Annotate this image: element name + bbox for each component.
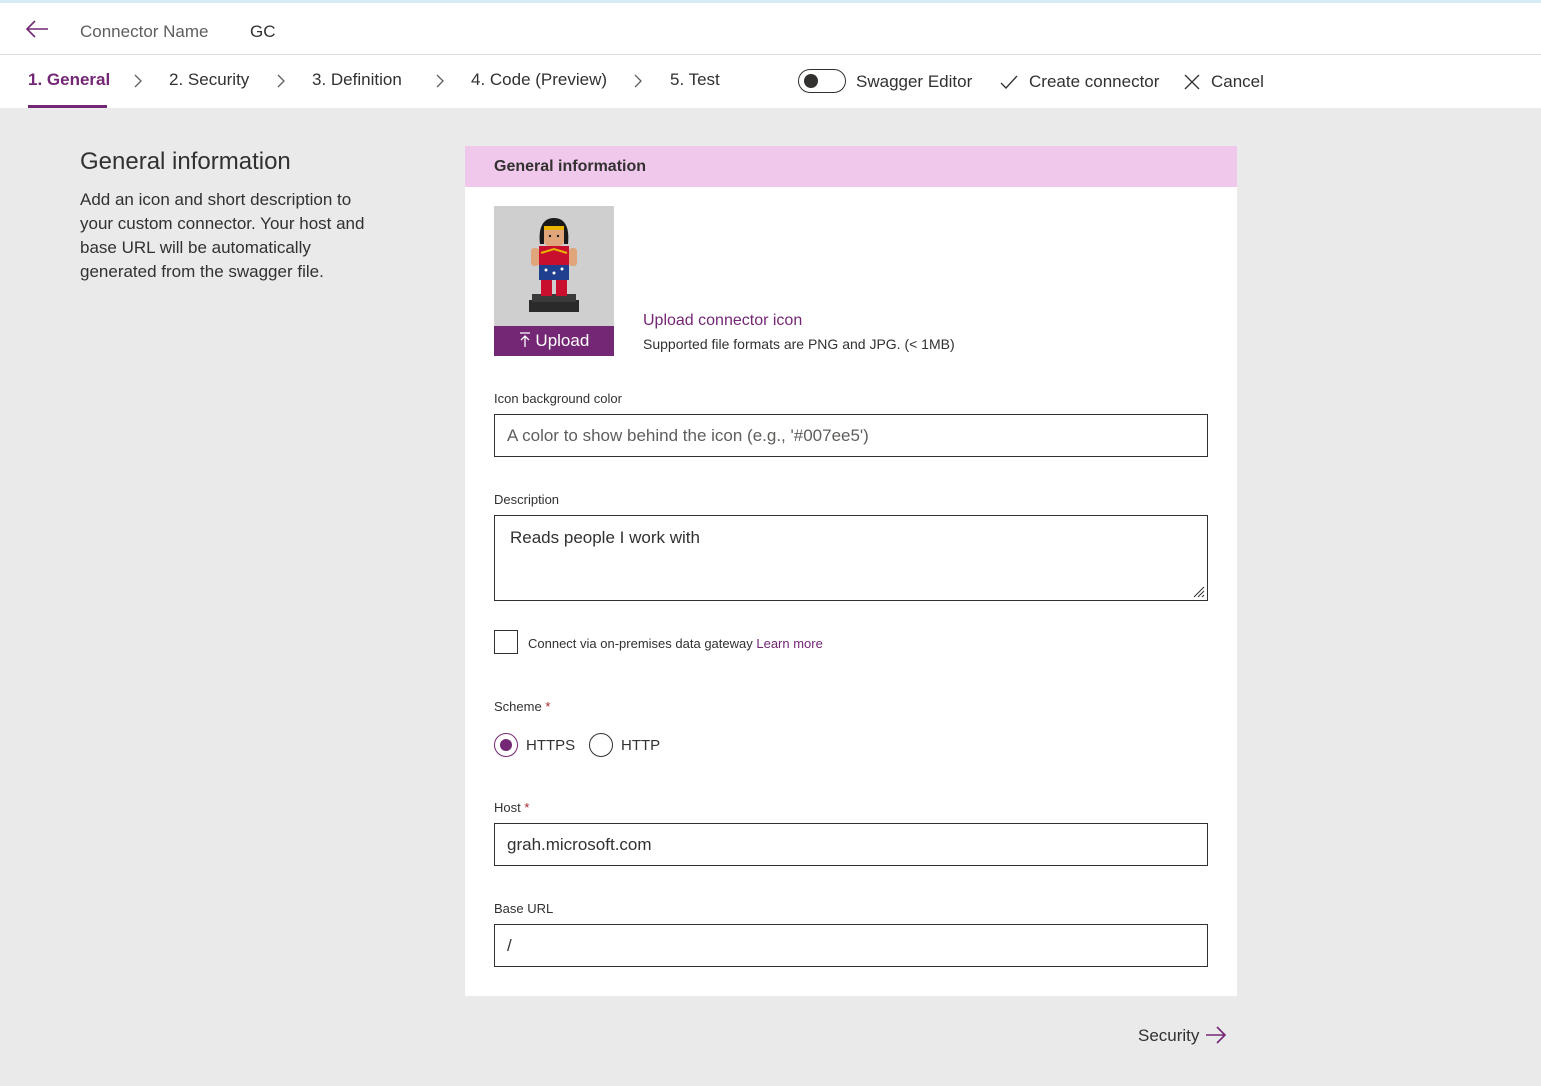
section-title: General information (80, 148, 291, 175)
next-security-button[interactable]: Security (1138, 1026, 1199, 1046)
scheme-https-radio[interactable] (494, 733, 518, 757)
host-label-text: Host (494, 800, 521, 815)
card-header-title: General information (494, 158, 647, 175)
section-description: Add an icon and short description to you… (80, 190, 365, 281)
general-info-card: General information Upload Upload connec… (465, 146, 1237, 996)
tab-code-preview[interactable]: 4. Code (Preview) (471, 70, 607, 90)
host-label: Host * (494, 800, 529, 815)
connector-name-value[interactable]: GC (250, 22, 276, 42)
icon-bg-color-label: Icon background color (494, 391, 622, 406)
chevron-right-icon (436, 74, 444, 88)
swagger-editor-toggle[interactable] (798, 69, 846, 93)
close-icon (1184, 74, 1200, 90)
connector-icon-preview: Upload (494, 206, 614, 356)
wizard-tabs: 1. General 2. Security 3. Definition 4. … (0, 55, 1541, 108)
upload-arrow-icon (519, 332, 530, 347)
card-header: General information (465, 146, 1237, 187)
toggle-knob (804, 74, 818, 88)
connector-name-label: Connector Name (80, 22, 209, 41)
upload-button-label: Upload (535, 331, 590, 350)
gateway-label-text: Connect via on-premises data gateway (528, 636, 753, 651)
arrow-right-icon[interactable] (1205, 1025, 1227, 1045)
icon-bg-color-input[interactable] (494, 414, 1208, 457)
figurine-image (494, 206, 614, 326)
description-textarea[interactable]: Reads people I work with (494, 515, 1208, 601)
tab-test[interactable]: 5. Test (670, 70, 720, 90)
base-url-label: Base URL (494, 901, 554, 916)
chevron-right-icon (134, 74, 142, 88)
scheme-label: Scheme * (494, 699, 550, 714)
tab-general[interactable]: 1. General (28, 70, 110, 90)
base-url-input[interactable] (494, 924, 1208, 967)
scheme-http-label[interactable]: HTTP (621, 737, 660, 754)
upload-connector-icon-link[interactable]: Upload connector icon (643, 312, 802, 330)
required-asterisk: * (545, 699, 551, 714)
tab-definition[interactable]: 3. Definition (312, 70, 402, 90)
required-asterisk: * (524, 800, 530, 815)
cancel-button[interactable]: Cancel (1211, 72, 1264, 92)
learn-more-link[interactable]: Learn more (756, 636, 822, 651)
active-tab-indicator (28, 105, 107, 108)
chevron-right-icon (634, 74, 642, 88)
back-arrow-icon[interactable] (24, 17, 50, 41)
upload-format-note: Supported file formats are PNG and JPG. … (643, 336, 955, 352)
swagger-editor-label[interactable]: Swagger Editor (856, 72, 972, 92)
scheme-http-radio[interactable] (589, 733, 613, 757)
checkmark-icon (1000, 75, 1018, 89)
description-label: Description (494, 492, 560, 507)
gateway-checkbox[interactable] (494, 630, 518, 654)
gateway-checkbox-label: Connect via on-premises data gateway Lea… (528, 636, 823, 651)
host-input[interactable] (494, 823, 1208, 866)
tab-security[interactable]: 2. Security (169, 70, 249, 90)
create-connector-button[interactable]: Create connector (1029, 72, 1159, 92)
chevron-right-icon (277, 74, 285, 88)
app-header: Connector Name GC (0, 3, 1541, 55)
scheme-https-label[interactable]: HTTPS (526, 737, 575, 754)
scheme-label-text: Scheme (494, 699, 542, 714)
upload-button[interactable]: Upload (494, 326, 614, 356)
